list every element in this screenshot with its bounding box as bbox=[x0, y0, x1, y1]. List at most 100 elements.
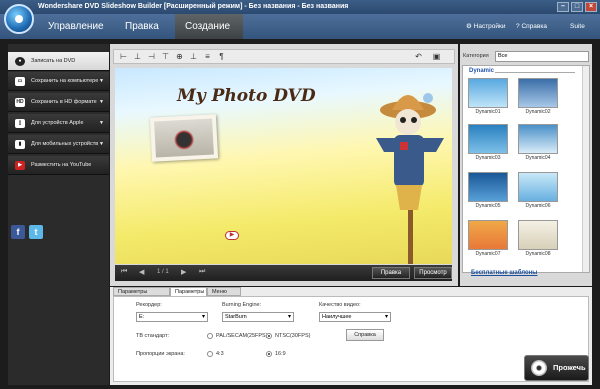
gear-icon: ⚙ bbox=[466, 23, 472, 30]
undo-icon[interactable]: ↶ bbox=[414, 52, 423, 61]
template-caption: Dynamic04 bbox=[525, 155, 551, 161]
aspect-43-label: 4:3 bbox=[216, 351, 224, 357]
sidebar-item-label: Сохранить на компьютере bbox=[31, 78, 99, 84]
window-title-bar: Wondershare DVD Slideshow Builder [Расши… bbox=[0, 0, 600, 14]
template-scrollbar[interactable] bbox=[582, 66, 589, 272]
menu-preview-stage[interactable]: My Photo DVD ▶ bbox=[115, 68, 452, 264]
caret-down-icon: ▼ bbox=[99, 78, 104, 84]
align-center-icon[interactable]: ⊥ bbox=[133, 52, 142, 61]
first-page-icon[interactable]: ⏮ bbox=[121, 268, 127, 276]
template-thumb[interactable] bbox=[518, 220, 558, 250]
help-label: Справка bbox=[521, 23, 547, 30]
output-settings-panel: Параметры вывода Параметры Меню DVD Реко… bbox=[110, 287, 592, 385]
template-caption: Dynamic01 bbox=[475, 109, 501, 115]
text-style-icon[interactable]: ¶ bbox=[217, 52, 226, 61]
play-icon[interactable]: ▶ bbox=[225, 231, 239, 240]
preview-button[interactable]: Просмотр bbox=[414, 267, 452, 279]
quality-select[interactable]: Наилучшее bbox=[319, 312, 391, 322]
facebook-icon[interactable]: f bbox=[11, 225, 25, 239]
template-thumb[interactable] bbox=[518, 172, 558, 202]
next-page-icon[interactable]: ▶ bbox=[181, 268, 186, 276]
template-thumb[interactable] bbox=[468, 172, 508, 202]
preview-toolbar: ⊢ ⊥ ⊣ ⊤ ⊕ ⊥ ≡ ¶ ↶ ▣ bbox=[113, 49, 455, 64]
template-thumb[interactable] bbox=[468, 220, 508, 250]
aspect-43-radio[interactable] bbox=[207, 351, 213, 357]
edit-button[interactable]: Правка bbox=[372, 267, 410, 279]
maximize-button[interactable]: □ bbox=[571, 2, 583, 12]
tv-standard-label: ТВ стандарт: bbox=[136, 333, 170, 339]
aspect-169-label: 16:9 bbox=[275, 351, 286, 357]
sidebar-item-label: Записать на DVD bbox=[31, 58, 76, 64]
template-caption: Dynamic02 bbox=[525, 109, 551, 115]
ntsc-radio[interactable] bbox=[266, 333, 272, 339]
align-top-icon[interactable]: ⊤ bbox=[161, 52, 170, 61]
free-templates-link[interactable]: Бесплатные шаблоны bbox=[471, 270, 537, 276]
preview-panel: ⊢ ⊥ ⊣ ⊤ ⊕ ⊥ ≡ ¶ ↶ ▣ My Photo DVD ▶ ⏮ ◀ 1 bbox=[110, 44, 458, 286]
phone-icon: ▮ bbox=[15, 140, 25, 149]
sidebar-item-label: Для устройств Apple bbox=[31, 120, 84, 126]
settings-link[interactable]: ⚙ Настройки bbox=[466, 14, 506, 39]
sidebar-item-label: Для мобильных устройств bbox=[31, 141, 99, 147]
template-thumb[interactable] bbox=[518, 78, 558, 108]
tab-edit[interactable]: Правка bbox=[115, 14, 175, 39]
suite-link[interactable]: Suite bbox=[570, 14, 585, 39]
youtube-icon: ▶ bbox=[15, 161, 25, 170]
pal-label: PAL/SECAM(25FPS) bbox=[216, 333, 268, 339]
aspect-ratio-label: Пропорции экрана: bbox=[136, 351, 185, 357]
app-logo bbox=[4, 4, 34, 34]
stage-title[interactable]: My Photo DVD bbox=[177, 86, 316, 106]
template-caption: Dynamic08 bbox=[525, 251, 551, 257]
minimize-button[interactable]: – bbox=[557, 2, 569, 12]
tab-create[interactable]: Создание bbox=[175, 14, 243, 39]
template-thumb[interactable] bbox=[518, 124, 558, 154]
sidebar-item-save-hd[interactable]: HD Сохранить в HD формате ▼ bbox=[8, 93, 109, 112]
monitor-icon: ▭ bbox=[15, 77, 25, 86]
pal-radio[interactable] bbox=[207, 333, 213, 339]
sidebar-item-apple[interactable]: ▯ Для устройств Apple ▼ bbox=[8, 114, 109, 133]
sidebar-item-save-computer[interactable]: ▭ Сохранить на компьютере ▼ bbox=[8, 72, 109, 91]
help-button[interactable]: Справка bbox=[346, 329, 384, 341]
caret-down-icon: ▼ bbox=[99, 120, 104, 126]
last-page-icon[interactable]: ⏭ bbox=[199, 268, 205, 276]
tab-params[interactable]: Параметры bbox=[170, 287, 207, 296]
tab-manage[interactable]: Управление bbox=[38, 14, 110, 39]
caret-down-icon: ▼ bbox=[99, 141, 104, 147]
ipod-icon: ▯ bbox=[15, 119, 25, 128]
playback-bar: ⏮ ◀ 1 / 1 ▶ ⏭ Правка Просмотр bbox=[115, 265, 452, 281]
ntsc-label: NTSC(30FPS) bbox=[275, 333, 311, 339]
align-bottom-icon[interactable]: ⊥ bbox=[189, 52, 198, 61]
template-caption: Dynamic07 bbox=[475, 251, 501, 257]
burn-button[interactable]: Прожечь bbox=[524, 355, 589, 381]
sidebar-item-burn-dvd[interactable]: ● Записать на DVD bbox=[8, 52, 109, 71]
template-thumb[interactable] bbox=[468, 124, 508, 154]
aspect-169-radio[interactable] bbox=[266, 351, 272, 357]
template-caption: Dynamic05 bbox=[475, 203, 501, 209]
sidebar-item-youtube[interactable]: ▶ Разместить на YouTube bbox=[8, 156, 109, 175]
sidebar-item-mobile[interactable]: ▮ Для мобильных устройств ▼ bbox=[8, 135, 109, 154]
category-label: Категория bbox=[463, 53, 489, 59]
prev-page-icon[interactable]: ◀ bbox=[139, 268, 144, 276]
tab-dvd-menu[interactable]: Меню DVD bbox=[207, 287, 241, 304]
template-caption: Dynamic06 bbox=[525, 203, 551, 209]
tab-output-params[interactable]: Параметры вывода bbox=[113, 287, 170, 304]
save-icon[interactable]: ▣ bbox=[432, 52, 441, 61]
group-name: Dynamic bbox=[469, 68, 495, 74]
help-link[interactable]: ? Справка bbox=[516, 14, 547, 39]
distribute-icon[interactable]: ≡ bbox=[203, 52, 212, 61]
question-icon: ? bbox=[516, 23, 520, 30]
twitter-icon[interactable]: t bbox=[29, 225, 43, 239]
align-left-icon[interactable]: ⊢ bbox=[119, 52, 128, 61]
align-middle-icon[interactable]: ⊕ bbox=[175, 52, 184, 61]
top-navigation: Управление Правка Создание bbox=[0, 14, 600, 39]
template-caption: Dynamic03 bbox=[475, 155, 501, 161]
engine-select[interactable]: StarBurn bbox=[222, 312, 294, 322]
close-button[interactable]: × bbox=[585, 2, 597, 12]
sidebar-item-label: Разместить на YouTube bbox=[31, 162, 92, 168]
caret-down-icon: ▼ bbox=[99, 99, 104, 105]
photo-frame[interactable] bbox=[149, 114, 219, 162]
align-right-icon[interactable]: ⊣ bbox=[147, 52, 156, 61]
category-select[interactable]: Все bbox=[495, 51, 589, 62]
template-thumb[interactable] bbox=[468, 78, 508, 108]
recorder-select[interactable]: E: bbox=[136, 312, 208, 322]
burn-disc-icon bbox=[531, 360, 547, 376]
